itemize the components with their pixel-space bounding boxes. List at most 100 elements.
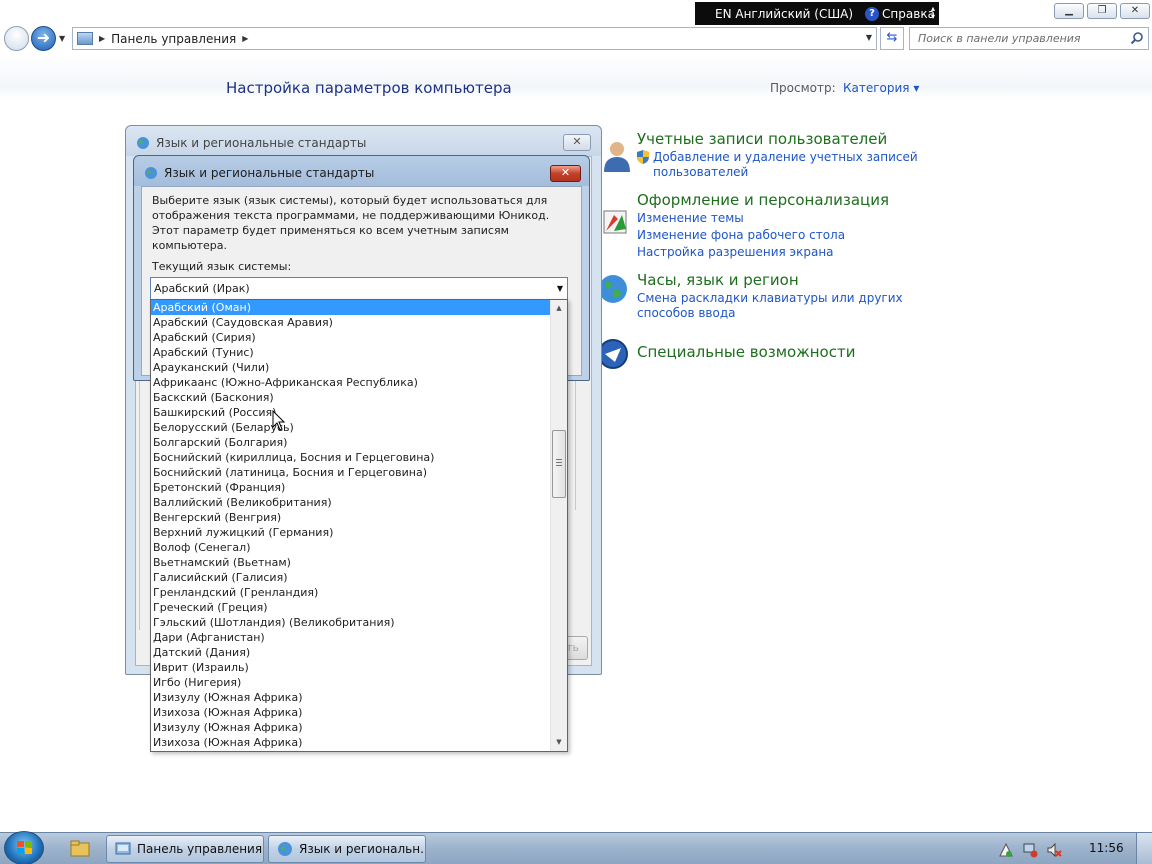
- dialog-title: Язык и региональные стандарты: [156, 136, 367, 150]
- locale-list-item[interactable]: Изихоза (Южная Африка): [151, 705, 551, 720]
- breadcrumb-arrow-icon[interactable]: ▶: [99, 34, 105, 43]
- dialog-close-button[interactable]: ✕: [563, 134, 591, 151]
- langbar-options-icon[interactable]: ▴ ▾: [931, 5, 935, 21]
- system-locale-value[interactable]: Арабский (Ирак): [154, 282, 250, 295]
- taskbar-item-control-panel[interactable]: Панель управления: [106, 835, 264, 863]
- search-box[interactable]: [909, 27, 1149, 50]
- locale-list-item[interactable]: Белорусский (Беларусь): [151, 420, 551, 435]
- locale-list-item[interactable]: Верхний лужицкий (Германия): [151, 525, 551, 540]
- uac-shield-icon: [637, 150, 649, 164]
- category-appearance[interactable]: Оформление и персонализация: [637, 191, 889, 209]
- locale-list-item[interactable]: Арабский (Саудовская Аравия): [151, 315, 551, 330]
- control-panel-icon: [77, 32, 93, 45]
- clock-time[interactable]: 11:56: [1089, 841, 1124, 855]
- taskbar-item-label[interactable]: Панель управления: [137, 842, 262, 856]
- breadcrumb-arrow-icon[interactable]: ▶: [242, 34, 248, 43]
- locale-list-item[interactable]: Африкаанс (Южно-Африканская Республика): [151, 375, 551, 390]
- locale-list-item[interactable]: Арабский (Тунис): [151, 345, 551, 360]
- locale-list-item[interactable]: Иврит (Израиль): [151, 660, 551, 675]
- dialog-close-button[interactable]: ✕: [550, 165, 581, 182]
- locale-list-item[interactable]: Галисийский (Галисия): [151, 570, 551, 585]
- current-locale-label: Текущий язык системы:: [152, 260, 292, 273]
- volume-icon[interactable]: [1046, 842, 1062, 858]
- globe-icon: [137, 137, 149, 149]
- action-center-icon[interactable]: [998, 842, 1014, 858]
- link-change-keyboards[interactable]: Смена раскладки клавиатуры или других: [637, 291, 903, 306]
- refresh-button[interactable]: ⇆: [880, 27, 904, 50]
- back-button[interactable]: [4, 26, 29, 51]
- start-button[interactable]: [4, 831, 44, 864]
- scroll-up-button[interactable]: ▲: [551, 300, 567, 317]
- locale-list-item[interactable]: Арауканский (Чили): [151, 360, 551, 375]
- show-desktop-button[interactable]: [1136, 833, 1152, 864]
- locale-list-item[interactable]: Бретонский (Франция): [151, 480, 551, 495]
- category-ease-of-access[interactable]: Специальные возможности: [637, 343, 855, 361]
- locale-list-item[interactable]: Венгерский (Венгрия): [151, 510, 551, 525]
- help-icon[interactable]: ?: [865, 6, 880, 21]
- category-user-accounts[interactable]: Учетные записи пользователей: [637, 130, 887, 148]
- locale-list-item[interactable]: Игбо (Нигерия): [151, 675, 551, 690]
- locale-list-item[interactable]: Волоф (Сенегал): [151, 540, 551, 555]
- locale-list-item[interactable]: Греческий (Греция): [151, 600, 551, 615]
- address-row: ➜ ▼ ▶ Панель управления ▶ ▼ ⇆: [0, 24, 1152, 54]
- locale-list-item[interactable]: Вьетнамский (Вьетнам): [151, 555, 551, 570]
- locale-list-item[interactable]: Валлийский (Великобритания): [151, 495, 551, 510]
- scroll-grip-icon: [556, 459, 562, 466]
- locale-list-item[interactable]: Арабский (Оман): [151, 300, 551, 315]
- window-top-strip: [0, 0, 1152, 26]
- address-dropdown-icon[interactable]: ▼: [866, 33, 872, 42]
- language-bar[interactable]: EN Английский (США) ? Справка ▴ ▾: [695, 2, 939, 25]
- search-input[interactable]: [918, 32, 1123, 45]
- locale-list-item[interactable]: Дари (Афганистан): [151, 630, 551, 645]
- chevron-down-icon[interactable]: ▼: [557, 284, 563, 293]
- locale-list-item[interactable]: Изизулу (Южная Африка): [151, 720, 551, 735]
- history-dropdown-icon[interactable]: ▼: [59, 34, 65, 43]
- link-change-background[interactable]: Изменение фона рабочего стола: [637, 228, 845, 243]
- locale-list-item[interactable]: Гэльский (Шотландия) (Великобритания): [151, 615, 551, 630]
- forward-button[interactable]: ➜: [31, 26, 56, 51]
- locale-list-item[interactable]: Болгарский (Болгария): [151, 435, 551, 450]
- search-icon[interactable]: [1130, 31, 1144, 45]
- maximize-button[interactable]: ❐: [1087, 3, 1117, 19]
- scroll-down-button[interactable]: ▼: [551, 734, 567, 751]
- network-icon[interactable]: [1022, 842, 1038, 858]
- content-header: [0, 55, 1152, 100]
- locale-list-item[interactable]: Гренландский (Гренландия): [151, 585, 551, 600]
- category-clock-language-region[interactable]: Часы, язык и регион: [637, 271, 799, 289]
- view-by-dropdown[interactable]: Категория ▾: [843, 81, 919, 95]
- link-change-keyboards-cont[interactable]: способов ввода: [637, 306, 736, 321]
- help-label[interactable]: Справка: [882, 7, 935, 21]
- locale-list-item[interactable]: Боснийский (кириллица, Босния и Герцегов…: [151, 450, 551, 465]
- locale-list-item[interactable]: Арабский (Сирия): [151, 330, 551, 345]
- explorer-icon[interactable]: [70, 839, 90, 857]
- locale-list-item[interactable]: Изихоза (Южная Африка): [151, 735, 551, 750]
- system-locale-combobox[interactable]: Арабский (Ирак) ▼: [150, 277, 568, 300]
- language-indicator[interactable]: EN Английский (США): [715, 7, 853, 21]
- windows-logo-icon: [17, 841, 32, 854]
- locale-list-item[interactable]: Датский (Дания): [151, 645, 551, 660]
- view-by-value[interactable]: Категория: [843, 81, 910, 95]
- link-screen-resolution[interactable]: Настройка разрешения экрана: [637, 245, 834, 260]
- locale-dropdown-list[interactable]: Арабский (Оман) Арабский (Саудовская Арав…: [150, 299, 568, 752]
- taskbar-item-region-language[interactable]: Язык и региональн...: [268, 835, 426, 863]
- locale-list-items: Арабский (Оман) Арабский (Саудовская Арав…: [151, 300, 551, 750]
- control-panel-icon: [115, 842, 131, 855]
- list-scrollbar[interactable]: ▲ ▼: [550, 300, 567, 751]
- user-accounts-icon[interactable]: [600, 138, 634, 172]
- link-change-theme[interactable]: Изменение темы: [637, 211, 744, 226]
- breadcrumb-control-panel[interactable]: Панель управления: [111, 32, 236, 46]
- link-add-remove-accounts-cont[interactable]: пользователей: [653, 165, 748, 180]
- taskbar-item-label[interactable]: Язык и региональн...: [299, 842, 425, 856]
- page-title: Настройка параметров компьютера: [226, 79, 512, 97]
- link-add-remove-accounts[interactable]: Добавление и удаление учетных записей: [653, 150, 918, 165]
- locale-list-item[interactable]: Изизулу (Южная Африка): [151, 690, 551, 705]
- dialog-description: Выберите язык (язык системы), который бу…: [152, 194, 550, 252]
- locale-list-item[interactable]: Боснийский (латиница, Босния и Герцегови…: [151, 465, 551, 480]
- locale-list-item[interactable]: Баскский (Баскония): [151, 390, 551, 405]
- close-window-button[interactable]: ✕: [1120, 3, 1150, 19]
- scroll-thumb[interactable]: [552, 430, 566, 498]
- address-bar[interactable]: ▶ Панель управления ▶ ▼: [72, 27, 877, 50]
- minimize-button[interactable]: ▁: [1054, 3, 1084, 19]
- locale-list-item[interactable]: Башкирский (Россия): [151, 405, 551, 420]
- appearance-icon[interactable]: [598, 205, 632, 239]
